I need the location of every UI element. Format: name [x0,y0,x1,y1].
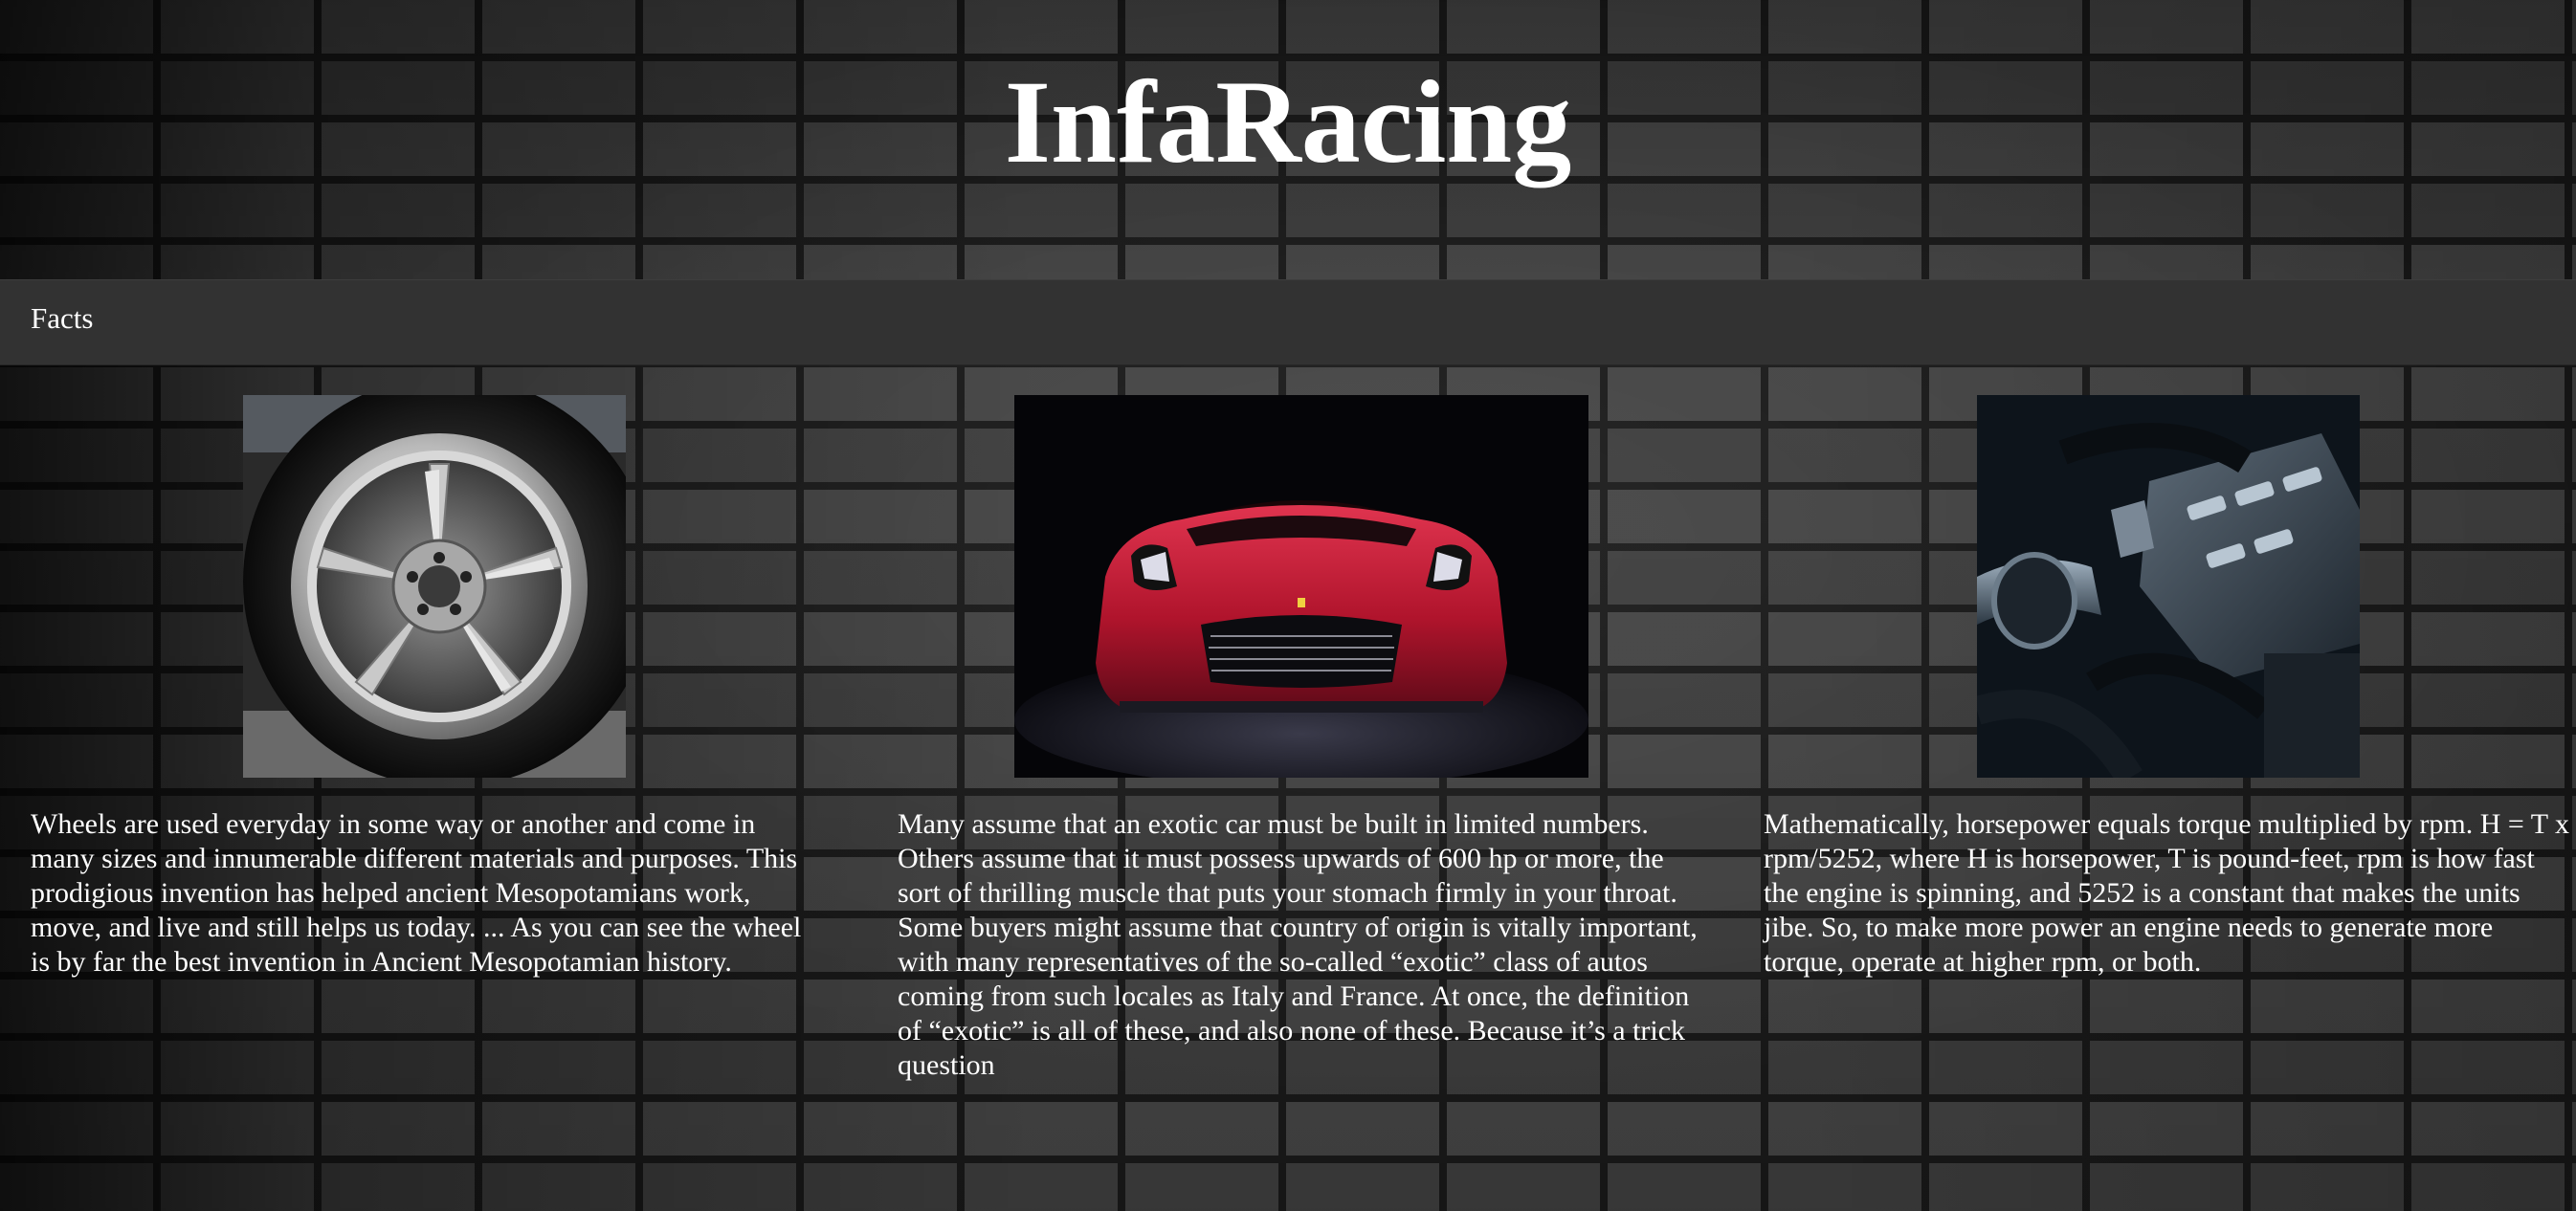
wheel-description: Wheels are used everyday in some way or … [31,808,802,978]
engine-bay-image [1977,395,2360,778]
nav-item-facts[interactable]: Facts [31,301,93,336]
site-title: InfaRacing [1004,56,1572,187]
car-wheel-image [243,395,626,778]
site-header: InfaRacing [0,0,2576,279]
exotic-car-description: Many assume that an exotic car must be b… [898,808,1698,1081]
red-sports-car-image [1014,395,1588,778]
horsepower-description: Mathematically, horsepower equals torque… [1764,808,2570,978]
navigation-bar: Facts [0,279,2576,365]
